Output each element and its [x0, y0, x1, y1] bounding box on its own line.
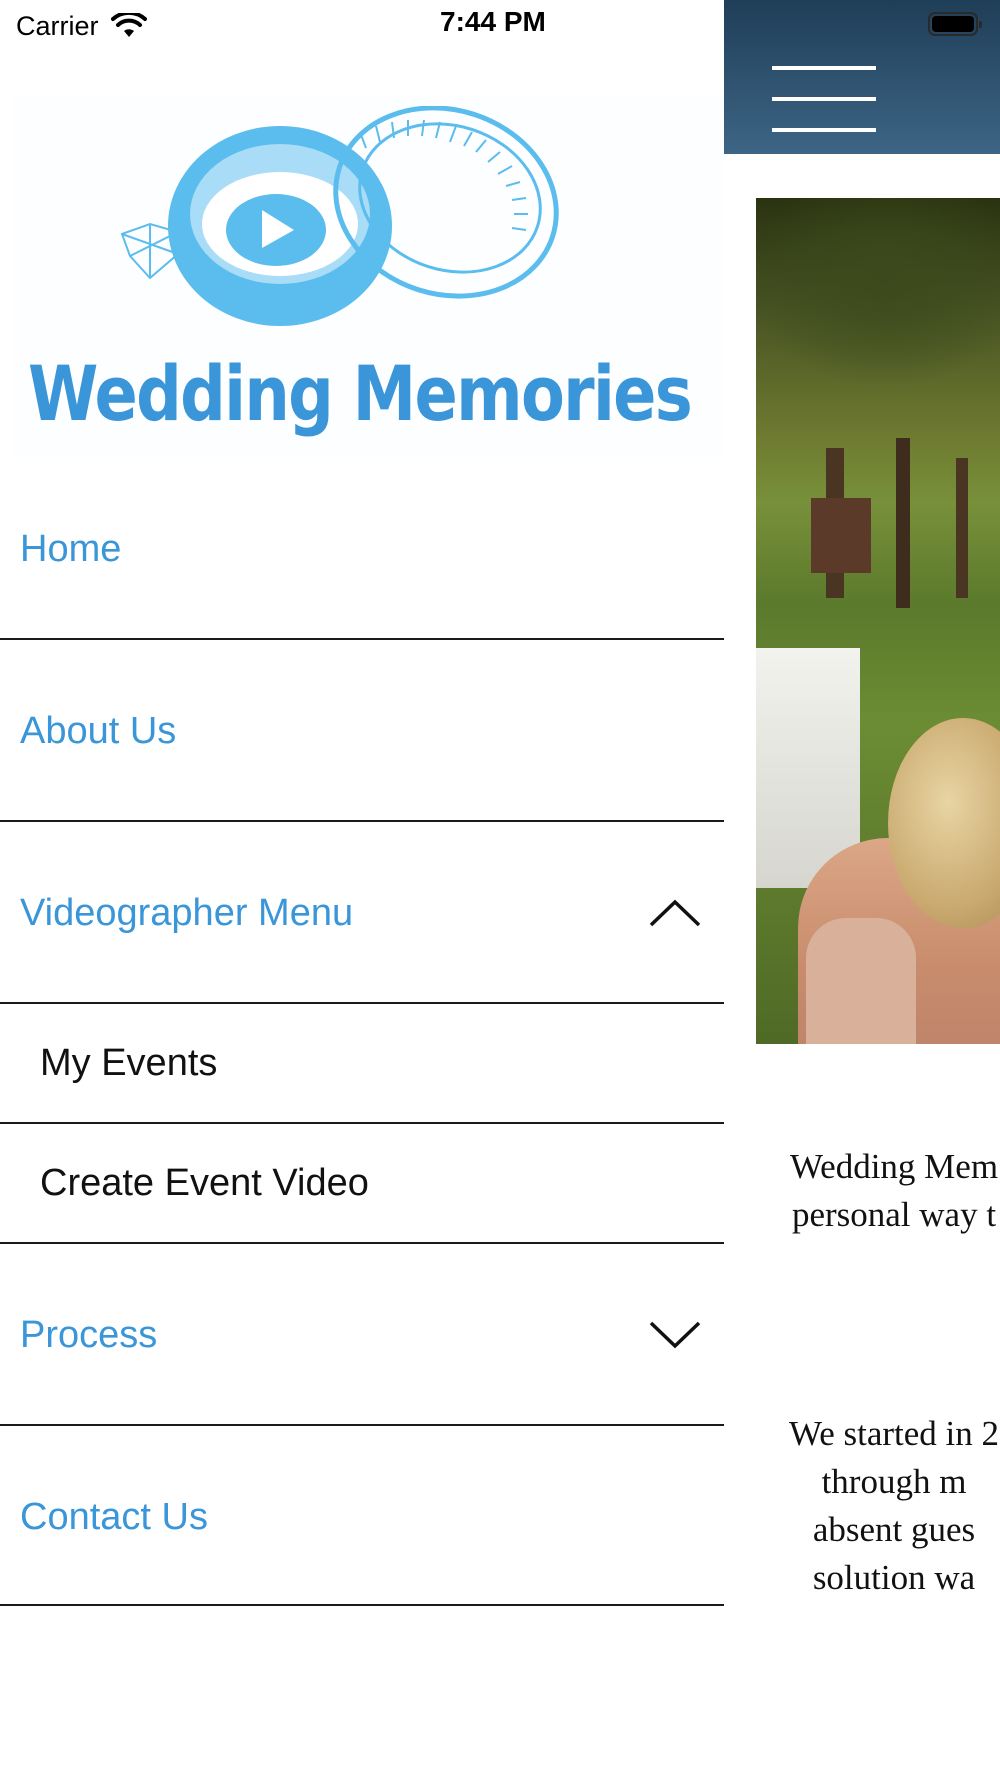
hamburger-menu-icon[interactable] [772, 66, 876, 134]
logo-text: Wedding Memories [28, 349, 693, 438]
history-paragraph: We started in 2 through m absent gues so… [744, 1410, 1000, 1602]
chevron-up-icon[interactable] [648, 898, 702, 928]
menu-item-videographer-menu[interactable]: Videographer Menu [0, 822, 724, 1004]
submenu-item-label: My Events [40, 1042, 218, 1084]
wedding-rings-icon [120, 106, 559, 326]
intro-line: personal way t [791, 1195, 997, 1234]
intro-paragraph: Wedding Mem personal way t [744, 1143, 1000, 1239]
main-page: Wedding Mem personal way t We started in… [724, 0, 1000, 1778]
history-line: absent gues [812, 1510, 976, 1549]
menu-item-contact-us[interactable]: Contact Us [0, 1426, 724, 1606]
chevron-down-icon[interactable] [648, 1320, 702, 1350]
carrier-label: Carrier [16, 10, 99, 41]
menu-item-process[interactable]: Process [0, 1244, 724, 1426]
menu-item-label: Process [20, 1314, 158, 1356]
side-drawer: Carrier 7:44 PM Wedding Memories Home Ab… [0, 0, 724, 1778]
submenu-item-label: Create Event Video [40, 1162, 369, 1204]
menu-item-label: Home [20, 528, 122, 570]
status-time: 7:44 PM [440, 6, 546, 37]
intro-line: Wedding Mem [789, 1147, 999, 1186]
history-line: We started in 2 [788, 1414, 1000, 1453]
page-header [724, 0, 1000, 154]
wifi-icon [110, 13, 147, 37]
logo: Wedding Memories [12, 96, 724, 456]
menu-item-label: About Us [20, 710, 177, 752]
menu-item-home[interactable]: Home [0, 456, 724, 640]
menu-item-about-us[interactable]: About Us [0, 640, 724, 822]
history-line: through m [821, 1462, 967, 1501]
status-bar-left: Carrier [16, 8, 147, 44]
submenu-item-create-event-video[interactable]: Create Event Video [0, 1124, 724, 1244]
battery-icon [928, 12, 982, 36]
hero-image [756, 198, 1000, 1044]
menu-item-label: Videographer Menu [20, 892, 354, 934]
history-line: solution wa [812, 1558, 976, 1597]
submenu-item-my-events[interactable]: My Events [0, 1004, 724, 1124]
menu-item-label: Contact Us [20, 1496, 208, 1538]
